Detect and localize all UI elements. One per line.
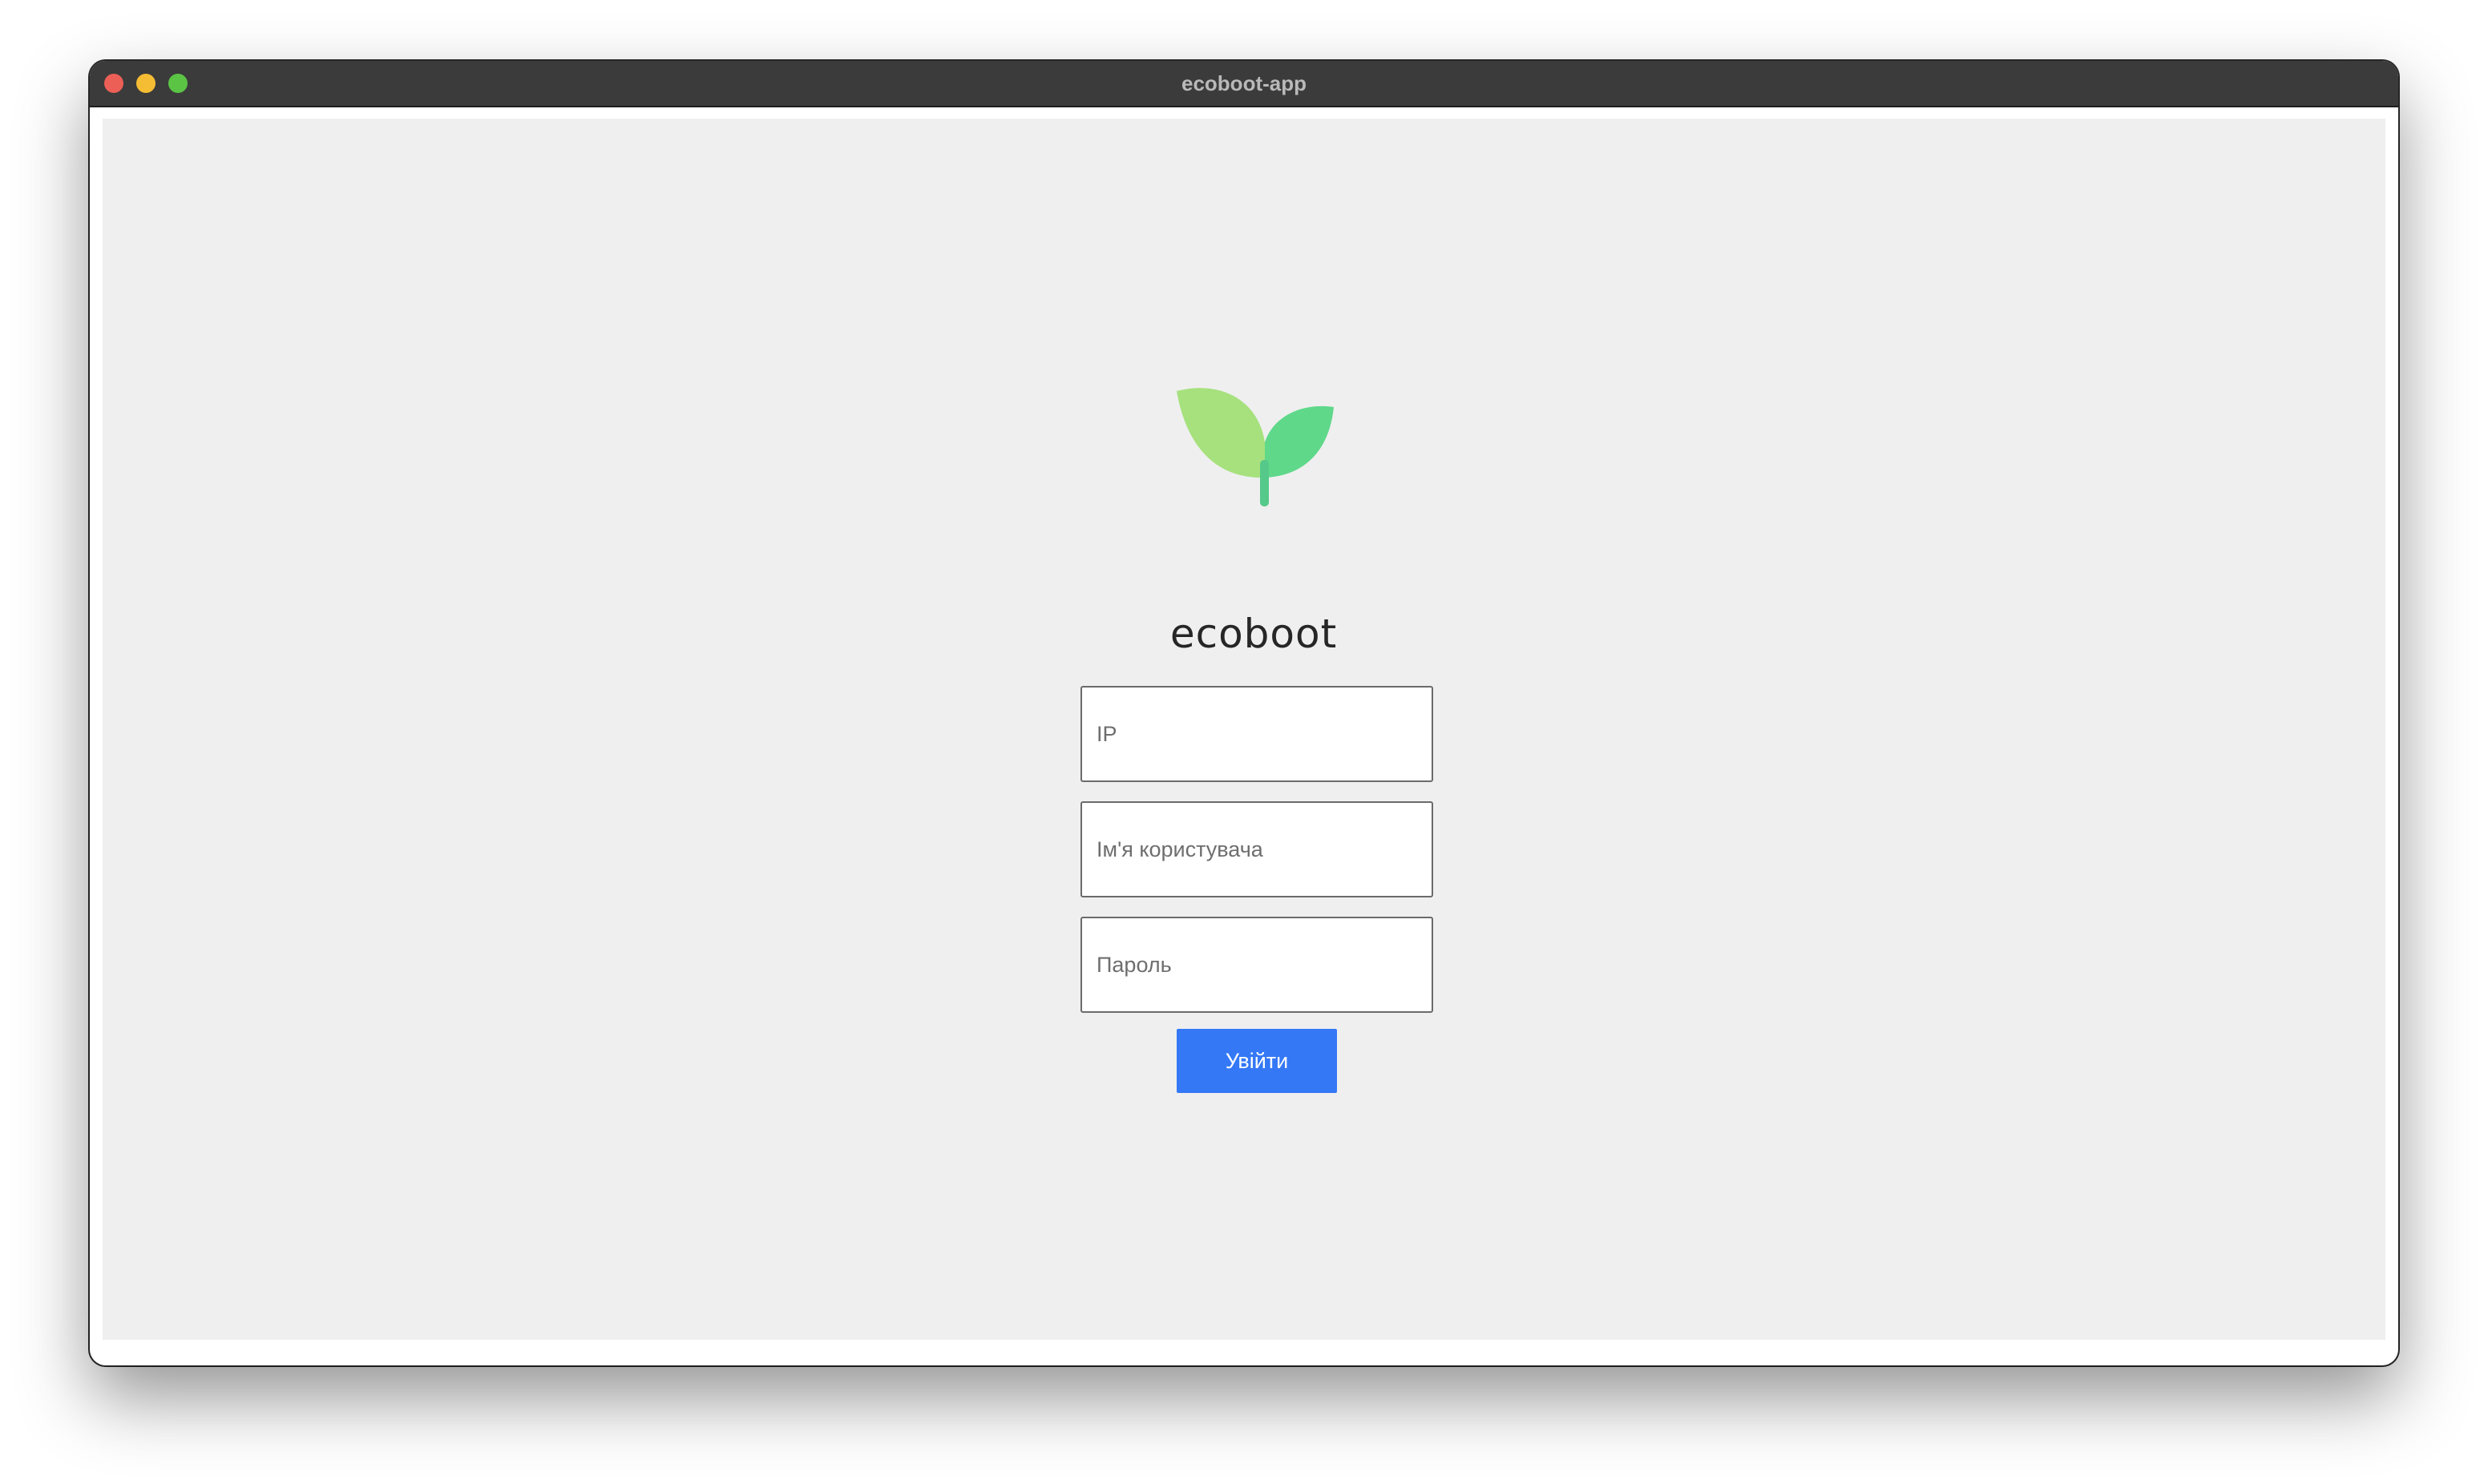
app-name: ecoboot bbox=[1169, 611, 1338, 657]
ip-input[interactable] bbox=[1080, 686, 1433, 782]
window-title: ecoboot-app bbox=[1181, 71, 1307, 95]
username-input[interactable] bbox=[1080, 801, 1433, 897]
password-input[interactable] bbox=[1080, 917, 1433, 1013]
stem-shape bbox=[1260, 460, 1269, 506]
login-button[interactable]: Увійти bbox=[1177, 1029, 1337, 1093]
app-window: ecoboot-app ecoboot Увійти bbox=[90, 61, 2398, 1365]
sprout-leaves-icon bbox=[1177, 388, 1334, 506]
right-leaf-shape bbox=[1265, 405, 1334, 478]
left-leaf-shape bbox=[1177, 388, 1265, 478]
login-screen: ecoboot Увійти bbox=[103, 119, 2385, 1340]
title-bar[interactable]: ecoboot-app bbox=[90, 61, 2398, 107]
